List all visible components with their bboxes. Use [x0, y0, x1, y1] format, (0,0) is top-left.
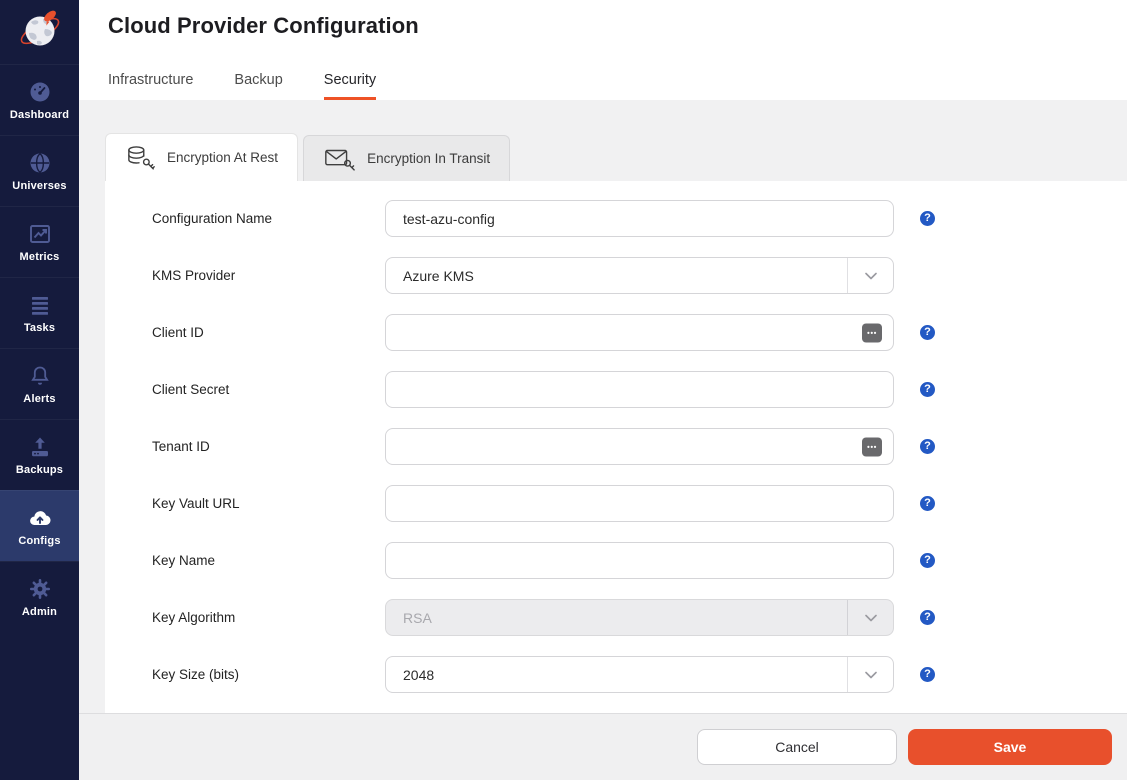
configuration-name-field: Configuration Name ?: [152, 200, 1127, 237]
client-id-input: [386, 315, 893, 350]
cloud-upload-icon: [28, 506, 52, 530]
sidebar-item-universes[interactable]: Universes: [0, 135, 79, 206]
sidebar-item-dashboard[interactable]: Dashboard: [0, 64, 79, 135]
tenant-id-field: Tenant ID ••• ?: [152, 428, 1127, 465]
kms-provider-field: KMS Provider Azure KMS: [152, 257, 1127, 294]
chevron-down-icon: [848, 272, 893, 280]
sidebar-item-label: Admin: [22, 606, 57, 618]
chevron-down-icon: [848, 671, 893, 679]
envelope-key-icon: [323, 146, 356, 172]
sidebar-item-label: Alerts: [23, 393, 55, 405]
chevron-down-icon: [848, 614, 893, 622]
tab-backup[interactable]: Backup: [234, 72, 282, 100]
client-secret-input: [386, 372, 893, 407]
field-label: KMS Provider: [152, 268, 385, 283]
field-label: Key Size (bits): [152, 667, 385, 682]
sidebar-item-backups[interactable]: Backups: [0, 419, 79, 490]
tab-infrastructure[interactable]: Infrastructure: [108, 72, 193, 100]
sidebar: Dashboard Universes Me: [0, 0, 79, 780]
subtab-label: Encryption At Rest: [167, 150, 278, 165]
tenant-id-input: [386, 429, 893, 464]
tab-encryption-in-transit[interactable]: Encryption In Transit: [303, 135, 510, 181]
help-icon[interactable]: ?: [920, 667, 935, 682]
field-label: Key Vault URL: [152, 496, 385, 511]
configuration-name-input-box[interactable]: [385, 200, 894, 237]
help-icon[interactable]: ?: [920, 325, 935, 340]
page-title: Cloud Provider Configuration: [108, 0, 1127, 39]
sidebar-item-label: Backups: [16, 464, 63, 476]
globe-icon: [28, 151, 52, 175]
key-size-bits-select[interactable]: 2048: [385, 656, 894, 693]
sidebar-item-label: Universes: [12, 180, 66, 192]
sidebar-item-label: Metrics: [20, 251, 60, 263]
sidebar-item-metrics[interactable]: Metrics: [0, 206, 79, 277]
key-size-bits-field: Key Size (bits) 2048 ?: [152, 656, 1127, 693]
planet-rocket-icon: [17, 5, 63, 60]
client-secret-field: Client Secret ?: [152, 371, 1127, 408]
sidebar-item-configs[interactable]: Configs: [0, 490, 79, 561]
yugabyte-logo[interactable]: [0, 0, 79, 64]
client-id-field: Client ID ••• ?: [152, 314, 1127, 351]
gear-icon: [28, 577, 52, 601]
header-tabs: Infrastructure Backup Security: [108, 72, 376, 100]
help-icon[interactable]: ?: [920, 553, 935, 568]
sidebar-item-label: Configs: [18, 535, 60, 547]
field-label: Client Secret: [152, 382, 385, 397]
encryption-at-rest-panel: Configuration Name ? KMS Provider Azure …: [105, 181, 1127, 713]
tab-security[interactable]: Security: [324, 72, 376, 100]
key-name-input-box[interactable]: [385, 542, 894, 579]
save-button[interactable]: Save: [908, 729, 1112, 765]
kms-config-form: Configuration Name ? KMS Provider Azure …: [152, 200, 1127, 693]
select-value: Azure KMS: [386, 268, 847, 284]
key-vault-url-input: [386, 486, 893, 521]
sidebar-item-label: Dashboard: [10, 109, 69, 121]
help-icon[interactable]: ?: [920, 382, 935, 397]
key-name-input: [386, 543, 893, 578]
subtab-label: Encryption In Transit: [367, 151, 490, 166]
select-value: 2048: [386, 667, 847, 683]
field-label: Key Algorithm: [152, 610, 385, 625]
cancel-button[interactable]: Cancel: [697, 729, 897, 765]
kms-provider-select[interactable]: Azure KMS: [385, 257, 894, 294]
main-area: Cloud Provider Configuration Infrastruct…: [79, 0, 1127, 780]
sidebar-item-label: Tasks: [24, 322, 55, 334]
app-root: Dashboard Universes Me: [0, 0, 1127, 780]
field-label: Tenant ID: [152, 439, 385, 454]
sidebar-nav: Dashboard Universes Me: [0, 64, 79, 632]
help-icon[interactable]: ?: [920, 610, 935, 625]
sidebar-item-tasks[interactable]: Tasks: [0, 277, 79, 348]
sidebar-item-admin[interactable]: Admin: [0, 561, 79, 632]
key-vault-url-input-box[interactable]: [385, 485, 894, 522]
key-algorithm-select: RSA: [385, 599, 894, 636]
database-key-icon: [125, 144, 156, 171]
bell-icon: [28, 364, 52, 388]
list-icon: [28, 293, 52, 317]
tenant-id-input-box[interactable]: •••: [385, 428, 894, 465]
key-vault-url-field: Key Vault URL ?: [152, 485, 1127, 522]
key-algorithm-field: Key Algorithm RSA ?: [152, 599, 1127, 636]
client-secret-input-box[interactable]: [385, 371, 894, 408]
select-value: RSA: [386, 610, 847, 626]
field-label: Key Name: [152, 553, 385, 568]
client-id-input-box[interactable]: •••: [385, 314, 894, 351]
page-header: Cloud Provider Configuration Infrastruct…: [79, 0, 1127, 100]
configuration-name-input: [386, 201, 893, 236]
field-label: Client ID: [152, 325, 385, 340]
content-area: Encryption At Rest Encryption In Transit: [79, 100, 1127, 780]
line-chart-icon: [28, 222, 52, 246]
help-icon[interactable]: ?: [920, 439, 935, 454]
key-name-field: Key Name ?: [152, 542, 1127, 579]
help-icon[interactable]: ?: [920, 211, 935, 226]
gauge-icon: [28, 80, 52, 104]
field-label: Configuration Name: [152, 211, 385, 226]
help-icon[interactable]: ?: [920, 496, 935, 511]
tab-encryption-at-rest[interactable]: Encryption At Rest: [105, 133, 298, 181]
autofill-icon[interactable]: •••: [862, 437, 882, 456]
autofill-icon[interactable]: •••: [862, 323, 882, 342]
form-footer: Cancel Save: [79, 713, 1127, 780]
encryption-subtabs: Encryption At Rest Encryption In Transit: [105, 133, 1127, 181]
sidebar-item-alerts[interactable]: Alerts: [0, 348, 79, 419]
upload-drive-icon: [28, 435, 52, 459]
